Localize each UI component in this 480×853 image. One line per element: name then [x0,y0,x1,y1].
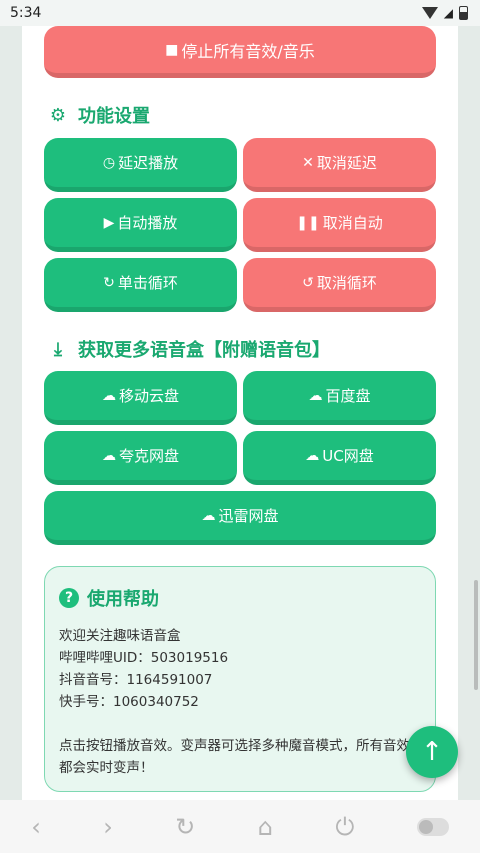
question-icon: ? [59,588,79,608]
cloud-icon: ☁ [201,507,216,524]
cancel-delay-button[interactable]: ✕ 取消延迟 [243,138,436,192]
home-icon[interactable]: ⌂ [258,813,273,841]
gear-icon: ⚙ [49,104,67,126]
forward-icon[interactable]: › [103,813,113,841]
play-icon: ▶ [103,214,115,231]
x-icon: ✕ [302,154,314,171]
baidu-pan-button[interactable]: ☁ 百度盘 [243,371,436,425]
help-title: ? 使用帮助 [59,585,421,611]
clock-icon: ◷ [102,154,116,171]
refresh-icon[interactable]: ↻ [175,813,195,841]
cancel-loop-button[interactable]: ↺ 取消循环 [243,258,436,312]
help-line: 快手号：1060340752 [59,694,199,710]
cloud-icon: ☁ [101,387,116,404]
single-loop-button[interactable]: ↻ 单击循环 [44,258,237,312]
help-card: ? 使用帮助 欢迎关注趣味语音盒 哔哩哔哩UID：503019516 抖音音号：… [44,566,436,792]
status-time: 5:34 [10,5,42,21]
delay-play-button[interactable]: ◷ 延迟播放 [44,138,237,192]
download-section-title: ⤓ 获取更多语音盒【附赠语音包】 [48,336,330,362]
status-bar: 5:34 ◢ [0,0,480,26]
back-icon[interactable]: ‹ [31,813,41,841]
pause-icon: ❚❚ [296,214,320,231]
stop-square-icon: ■ [165,41,179,58]
undo-icon: ↺ [302,274,314,291]
wifi-icon [421,7,438,19]
power-icon[interactable]: ⏻ [335,813,354,841]
stop-all-label: 停止所有音效/音乐 [181,41,315,61]
quark-pan-button[interactable]: ☁ 夸克网盘 [44,431,237,485]
uc-pan-button[interactable]: ☁ UC网盘 [243,431,436,485]
help-line: 欢迎关注趣味语音盒 [59,628,181,644]
scrollbar[interactable] [474,580,478,690]
help-line: 抖音音号：1164591007 [59,672,213,688]
arrow-up-icon: ↑ [421,737,443,767]
xunlei-pan-button[interactable]: ☁ 迅雷网盘 [44,491,436,545]
function-settings-title: ⚙ 功能设置 [49,104,150,128]
toggle-icon[interactable] [416,817,449,836]
scroll-top-button[interactable]: ↑ [406,726,458,778]
cancel-auto-button[interactable]: ❚❚ 取消自动 [243,198,436,252]
refresh-icon: ↻ [103,274,115,291]
signal-icon: ◢ [443,6,453,20]
browser-nav-bar: ‹ › ↻ ⌂ ⏻ [0,800,480,853]
cloud-icon: ☁ [305,447,320,464]
auto-play-button[interactable]: ▶ 自动播放 [44,198,237,252]
cloud-icon: ☁ [101,447,116,464]
help-line: 哔哩哔哩UID：503019516 [59,650,229,666]
battery-icon [459,6,468,20]
cloud-icon: ☁ [308,387,323,404]
help-paragraph: 点击按钮播放音效。变声器可选择多种魔音模式，所有音效都会实时变声！ [59,738,410,776]
download-icon: ⤓ [54,338,62,360]
stop-all-button[interactable]: ■ 停止所有音效/音乐 [44,26,436,78]
mobile-cloud-button[interactable]: ☁ 移动云盘 [44,371,237,425]
